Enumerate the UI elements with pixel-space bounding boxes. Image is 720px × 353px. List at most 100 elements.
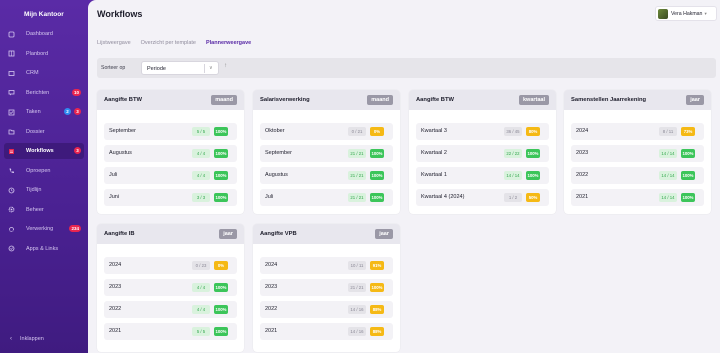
progress-count: 1 / 2 — [504, 193, 522, 202]
progress-count: 3 / 3 — [192, 193, 210, 202]
period-label: Augustus — [265, 172, 288, 178]
workflow-card: Aangifte VPB jaar 2024 10 / 11 91% 2023 21 / 2… — [253, 224, 400, 352]
progress-count: 4 / 4 — [192, 305, 210, 314]
period-label: 2021 — [576, 194, 589, 200]
period-row[interactable]: 2024 10 / 11 91% — [260, 257, 393, 274]
period-row[interactable]: September 21 / 21 100% — [260, 145, 393, 162]
period-label: Juli — [265, 194, 274, 200]
card-title: Samenstellen Jaarrekening — [571, 97, 647, 103]
period-label: September — [109, 128, 136, 134]
progress-count: 36 / 45 — [504, 127, 522, 136]
sidebar-item-taken[interactable]: Taken 2 3 — [4, 104, 84, 120]
progress-count: 21 / 21 — [348, 171, 366, 180]
period-row[interactable]: Kwartaal 4 (2024) 1 / 2 50% — [416, 189, 549, 206]
chevron-down-icon: ▾ — [704, 10, 707, 16]
sort-direction-icon[interactable]: ↑ — [224, 63, 227, 69]
period-tag: jaar — [219, 229, 237, 239]
card-title: Aangifte IB — [104, 231, 135, 237]
home-icon — [7, 30, 16, 39]
period-row[interactable]: September 5 / 5 100% — [104, 123, 237, 140]
period-row[interactable]: Kwartaal 2 22 / 22 100% — [416, 145, 549, 162]
period-row[interactable]: 2023 21 / 21 100% — [260, 279, 393, 296]
period-row[interactable]: Juli 21 / 21 100% — [260, 189, 393, 206]
board-icon — [7, 49, 16, 58]
sidebar-item-workflows[interactable]: Workflows 3 — [4, 143, 84, 159]
progress-percentage: 100% — [681, 149, 695, 158]
card-header: Aangifte BTW kwartaal — [409, 90, 556, 110]
period-label: Juni — [109, 194, 120, 200]
period-row[interactable]: 2022 14 / 16 88% — [260, 301, 393, 318]
progress-percentage: 91% — [370, 261, 384, 270]
sort-select-value: Periode — [147, 66, 166, 72]
process-icon — [7, 225, 16, 234]
tab-plannerweergave[interactable]: Plannerweergave — [206, 40, 251, 46]
progress-count: 14 / 14 — [659, 193, 677, 202]
workflow-card: Samenstellen Jaarrekening jaar 2024 8 / 11 7… — [564, 90, 711, 214]
sidebar-item-crm[interactable]: CRM — [4, 65, 84, 81]
sidebar-item-dashboard[interactable]: Dashboard — [4, 26, 84, 42]
period-row[interactable]: 2023 14 / 14 100% — [571, 145, 704, 162]
crm-icon — [7, 69, 16, 78]
sidebar-item-dossier[interactable]: Dossier — [4, 124, 84, 140]
sidebar-item-oproepen[interactable]: Oproepen — [4, 163, 84, 179]
progress-percentage: 100% — [214, 283, 228, 292]
sidebar-item-verwerking[interactable]: Verwerking 234 — [4, 221, 84, 237]
tab-lijstweergave[interactable]: Lijstweergave — [97, 40, 131, 46]
user-name: Vera Hakman — [671, 10, 703, 17]
period-row[interactable]: Kwartaal 3 36 / 45 80% — [416, 123, 549, 140]
period-row[interactable]: 2021 14 / 16 88% — [260, 323, 393, 340]
sidebar-item-planbord[interactable]: Planbord — [4, 46, 84, 62]
tasks-icon — [7, 108, 16, 117]
period-row[interactable]: 2023 4 / 4 100% — [104, 279, 237, 296]
card-title: Aangifte BTW — [416, 97, 454, 103]
sort-select[interactable]: Periode ∨ — [141, 61, 219, 75]
period-row[interactable]: 2024 0 / 23 0% — [104, 257, 237, 274]
card-header: Samenstellen Jaarrekening jaar — [564, 90, 711, 110]
progress-count: 21 / 21 — [348, 193, 366, 202]
period-label: 2024 — [576, 128, 589, 134]
collapse-sidebar-button[interactable]: ‹ Inklappen — [4, 332, 84, 346]
notification-badge: 234 — [69, 225, 81, 232]
sidebar-item-beheer[interactable]: Beheer — [4, 202, 84, 218]
period-row[interactable]: Augustus 21 / 21 100% — [260, 167, 393, 184]
tab-overzicht-per-template[interactable]: Overzicht per template — [141, 40, 196, 46]
timeline-icon — [7, 186, 16, 195]
progress-count: 14 / 16 — [348, 327, 366, 336]
period-row[interactable]: 2022 4 / 4 100% — [104, 301, 237, 318]
progress-percentage: 100% — [214, 149, 228, 158]
sidebar: Mijn Kantoor Dashboard Planbord CRM Bericht… — [0, 0, 88, 353]
period-tag: jaar — [375, 229, 393, 239]
period-row[interactable]: Augustus 4 / 4 100% — [104, 145, 237, 162]
progress-count: 0 / 21 — [348, 127, 366, 136]
period-tag: jaar — [686, 95, 704, 105]
progress-percentage: 50% — [526, 193, 540, 202]
progress-percentage: 0% — [214, 261, 228, 270]
sidebar-item-berichten[interactable]: Berichten 10 — [4, 85, 84, 101]
sidebar-item-label: Apps & Links — [26, 245, 59, 252]
card-header: Salarisverwerking maand — [253, 90, 400, 110]
period-row[interactable]: 2024 8 / 11 73% — [571, 123, 704, 140]
sidebar-item-apps-links[interactable]: Apps & Links — [4, 241, 84, 257]
period-row[interactable]: Kwartaal 1 14 / 14 100% — [416, 167, 549, 184]
user-menu[interactable]: Vera Hakman ▾ — [655, 6, 717, 21]
period-row[interactable]: Juli 4 / 4 100% — [104, 167, 237, 184]
progress-percentage: 100% — [214, 171, 228, 180]
sidebar-item-tijdlijn[interactable]: Tijdlijn — [4, 182, 84, 198]
progress-count: 8 / 11 — [659, 127, 677, 136]
period-label: Kwartaal 2 — [421, 150, 447, 156]
progress-percentage: 80% — [526, 127, 540, 136]
card-title: Aangifte BTW — [104, 97, 142, 103]
progress-percentage: 73% — [681, 127, 695, 136]
period-label: 2022 — [265, 306, 278, 312]
period-label: 2021 — [265, 328, 278, 334]
period-label: 2023 — [109, 284, 122, 290]
period-row[interactable]: Oktober 0 / 21 0% — [260, 123, 393, 140]
folder-icon — [7, 127, 16, 136]
period-row[interactable]: 2021 14 / 14 100% — [571, 189, 704, 206]
period-row[interactable]: Juni 3 / 3 100% — [104, 189, 237, 206]
period-row[interactable]: 2022 14 / 14 100% — [571, 167, 704, 184]
collapse-label: Inklappen — [20, 336, 44, 342]
progress-percentage: 100% — [214, 193, 228, 202]
period-row[interactable]: 2021 5 / 5 100% — [104, 323, 237, 340]
progress-percentage: 100% — [681, 193, 695, 202]
